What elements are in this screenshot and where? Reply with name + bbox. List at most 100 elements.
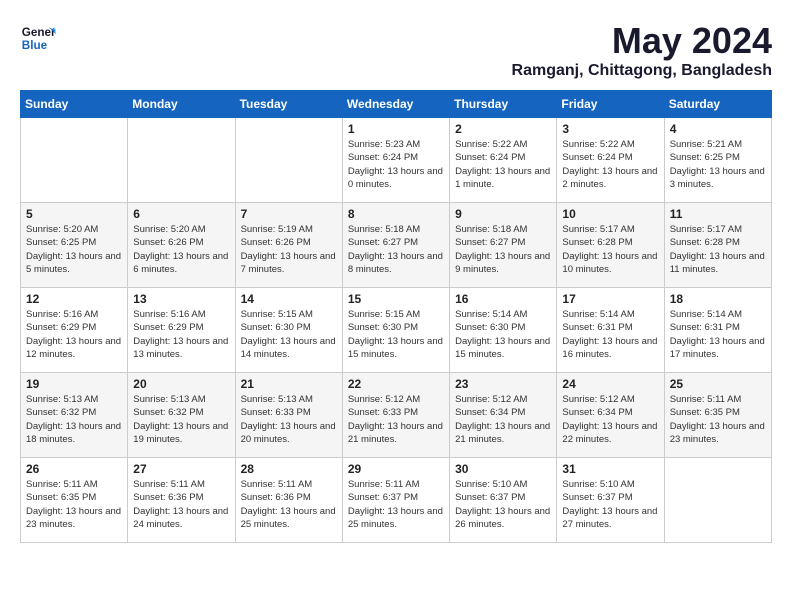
- day-info: Sunrise: 5:16 AMSunset: 6:29 PMDaylight:…: [133, 308, 229, 361]
- day-number: 13: [133, 292, 229, 306]
- day-cell-3: 3 Sunrise: 5:22 AMSunset: 6:24 PMDaylight…: [557, 118, 664, 203]
- week-row-3: 12 Sunrise: 5:16 AMSunset: 6:29 PMDayligh…: [21, 288, 772, 373]
- week-row-5: 26 Sunrise: 5:11 AMSunset: 6:35 PMDayligh…: [21, 458, 772, 543]
- day-number: 4: [670, 122, 766, 136]
- day-cell-22: 22 Sunrise: 5:12 AMSunset: 6:33 PMDayligh…: [342, 373, 449, 458]
- logo: General Blue: [20, 20, 56, 56]
- logo-icon: General Blue: [20, 20, 56, 56]
- day-cell-24: 24 Sunrise: 5:12 AMSunset: 6:34 PMDayligh…: [557, 373, 664, 458]
- weekday-header-friday: Friday: [557, 91, 664, 118]
- day-cell-9: 9Sunrise: 5:18 AMSunset: 6:27 PMDaylight…: [450, 203, 557, 288]
- title-area: May 2024 Ramganj, Chittagong, Bangladesh: [512, 20, 772, 80]
- empty-cell: [235, 118, 342, 203]
- day-number: 10: [562, 207, 658, 221]
- day-cell-8: 8Sunrise: 5:18 AMSunset: 6:27 PMDaylight…: [342, 203, 449, 288]
- day-info: Sunrise: 5:22 AMSunset: 6:24 PMDaylight:…: [455, 138, 551, 191]
- weekday-header-wednesday: Wednesday: [342, 91, 449, 118]
- weekday-header-saturday: Saturday: [664, 91, 771, 118]
- day-cell-19: 19 Sunrise: 5:13 AMSunset: 6:32 PMDayligh…: [21, 373, 128, 458]
- month-title: May 2024: [512, 20, 772, 62]
- day-number: 31: [562, 462, 658, 476]
- day-cell-15: 15 Sunrise: 5:15 AMSunset: 6:30 PMDayligh…: [342, 288, 449, 373]
- day-cell-10: 10 Sunrise: 5:17 AMSunset: 6:28 PMDayligh…: [557, 203, 664, 288]
- day-info: Sunrise: 5:14 AMSunset: 6:31 PMDaylight:…: [562, 308, 658, 361]
- day-cell-12: 12Sunrise: 5:16 AMSunset: 6:29 PMDayligh…: [21, 288, 128, 373]
- day-number: 7: [241, 207, 337, 221]
- day-cell-29: 29 Sunrise: 5:11 AMSunset: 6:37 PMDayligh…: [342, 458, 449, 543]
- day-number: 26: [26, 462, 122, 476]
- day-number: 22: [348, 377, 444, 391]
- day-info: Sunrise: 5:12 AMSunset: 6:34 PMDaylight:…: [562, 393, 658, 446]
- day-info: Sunrise: 5:17 AMSunset: 6:28 PMDaylight:…: [670, 223, 766, 276]
- day-info: Sunrise: 5:11 AMSunset: 6:36 PMDaylight:…: [133, 478, 229, 531]
- day-info: Sunrise: 5:18 AMSunset: 6:27 PMDaylight:…: [348, 223, 444, 276]
- day-info: Sunrise: 5:13 AMSunset: 6:32 PMDaylight:…: [26, 393, 122, 446]
- svg-text:General: General: [22, 26, 56, 39]
- day-cell-4: 4 Sunrise: 5:21 AMSunset: 6:25 PMDaylight…: [664, 118, 771, 203]
- day-cell-13: 13 Sunrise: 5:16 AMSunset: 6:29 PMDayligh…: [128, 288, 235, 373]
- day-info: Sunrise: 5:23 AMSunset: 6:24 PMDaylight:…: [348, 138, 444, 191]
- week-row-2: 5Sunrise: 5:20 AMSunset: 6:25 PMDaylight…: [21, 203, 772, 288]
- day-number: 12: [26, 292, 122, 306]
- day-cell-6: 6Sunrise: 5:20 AMSunset: 6:26 PMDaylight…: [128, 203, 235, 288]
- day-info: Sunrise: 5:10 AMSunset: 6:37 PMDaylight:…: [455, 478, 551, 531]
- day-info: Sunrise: 5:10 AMSunset: 6:37 PMDaylight:…: [562, 478, 658, 531]
- day-number: 23: [455, 377, 551, 391]
- day-cell-2: 2 Sunrise: 5:22 AMSunset: 6:24 PMDaylight…: [450, 118, 557, 203]
- day-number: 11: [670, 207, 766, 221]
- day-cell-31: 31 Sunrise: 5:10 AMSunset: 6:37 PMDayligh…: [557, 458, 664, 543]
- day-info: Sunrise: 5:11 AMSunset: 6:37 PMDaylight:…: [348, 478, 444, 531]
- weekday-header-tuesday: Tuesday: [235, 91, 342, 118]
- day-info: Sunrise: 5:11 AMSunset: 6:35 PMDaylight:…: [26, 478, 122, 531]
- day-info: Sunrise: 5:19 AMSunset: 6:26 PMDaylight:…: [241, 223, 337, 276]
- day-cell-26: 26 Sunrise: 5:11 AMSunset: 6:35 PMDayligh…: [21, 458, 128, 543]
- day-cell-17: 17Sunrise: 5:14 AMSunset: 6:31 PMDayligh…: [557, 288, 664, 373]
- empty-cell: [664, 458, 771, 543]
- day-number: 21: [241, 377, 337, 391]
- day-info: Sunrise: 5:17 AMSunset: 6:28 PMDaylight:…: [562, 223, 658, 276]
- day-info: Sunrise: 5:11 AMSunset: 6:35 PMDaylight:…: [670, 393, 766, 446]
- day-cell-1: 1 Sunrise: 5:23 AMSunset: 6:24 PMDaylight…: [342, 118, 449, 203]
- day-number: 1: [348, 122, 444, 136]
- day-number: 20: [133, 377, 229, 391]
- day-cell-18: 18Sunrise: 5:14 AMSunset: 6:31 PMDayligh…: [664, 288, 771, 373]
- empty-cell: [128, 118, 235, 203]
- day-number: 5: [26, 207, 122, 221]
- week-row-1: 1 Sunrise: 5:23 AMSunset: 6:24 PMDaylight…: [21, 118, 772, 203]
- weekday-header-monday: Monday: [128, 91, 235, 118]
- day-cell-5: 5Sunrise: 5:20 AMSunset: 6:25 PMDaylight…: [21, 203, 128, 288]
- weekday-header-thursday: Thursday: [450, 91, 557, 118]
- page-header: General Blue May 2024 Ramganj, Chittagon…: [20, 20, 772, 80]
- day-info: Sunrise: 5:13 AMSunset: 6:32 PMDaylight:…: [133, 393, 229, 446]
- day-info: Sunrise: 5:12 AMSunset: 6:33 PMDaylight:…: [348, 393, 444, 446]
- day-number: 19: [26, 377, 122, 391]
- day-cell-25: 25 Sunrise: 5:11 AMSunset: 6:35 PMDayligh…: [664, 373, 771, 458]
- day-cell-28: 28 Sunrise: 5:11 AMSunset: 6:36 PMDayligh…: [235, 458, 342, 543]
- day-info: Sunrise: 5:21 AMSunset: 6:25 PMDaylight:…: [670, 138, 766, 191]
- day-info: Sunrise: 5:22 AMSunset: 6:24 PMDaylight:…: [562, 138, 658, 191]
- day-cell-27: 27Sunrise: 5:11 AMSunset: 6:36 PMDayligh…: [128, 458, 235, 543]
- empty-cell: [21, 118, 128, 203]
- day-cell-16: 16 Sunrise: 5:14 AMSunset: 6:30 PMDayligh…: [450, 288, 557, 373]
- day-cell-7: 7 Sunrise: 5:19 AMSunset: 6:26 PMDaylight…: [235, 203, 342, 288]
- day-info: Sunrise: 5:15 AMSunset: 6:30 PMDaylight:…: [348, 308, 444, 361]
- day-cell-11: 11 Sunrise: 5:17 AMSunset: 6:28 PMDayligh…: [664, 203, 771, 288]
- day-number: 9: [455, 207, 551, 221]
- day-number: 2: [455, 122, 551, 136]
- svg-text:Blue: Blue: [22, 39, 48, 52]
- day-number: 3: [562, 122, 658, 136]
- day-info: Sunrise: 5:11 AMSunset: 6:36 PMDaylight:…: [241, 478, 337, 531]
- day-info: Sunrise: 5:15 AMSunset: 6:30 PMDaylight:…: [241, 308, 337, 361]
- day-cell-20: 20 Sunrise: 5:13 AMSunset: 6:32 PMDayligh…: [128, 373, 235, 458]
- day-number: 25: [670, 377, 766, 391]
- day-number: 16: [455, 292, 551, 306]
- day-info: Sunrise: 5:12 AMSunset: 6:34 PMDaylight:…: [455, 393, 551, 446]
- day-number: 28: [241, 462, 337, 476]
- day-number: 15: [348, 292, 444, 306]
- day-cell-14: 14Sunrise: 5:15 AMSunset: 6:30 PMDayligh…: [235, 288, 342, 373]
- day-number: 6: [133, 207, 229, 221]
- day-info: Sunrise: 5:14 AMSunset: 6:30 PMDaylight:…: [455, 308, 551, 361]
- day-number: 24: [562, 377, 658, 391]
- day-cell-21: 21Sunrise: 5:13 AMSunset: 6:33 PMDayligh…: [235, 373, 342, 458]
- day-number: 29: [348, 462, 444, 476]
